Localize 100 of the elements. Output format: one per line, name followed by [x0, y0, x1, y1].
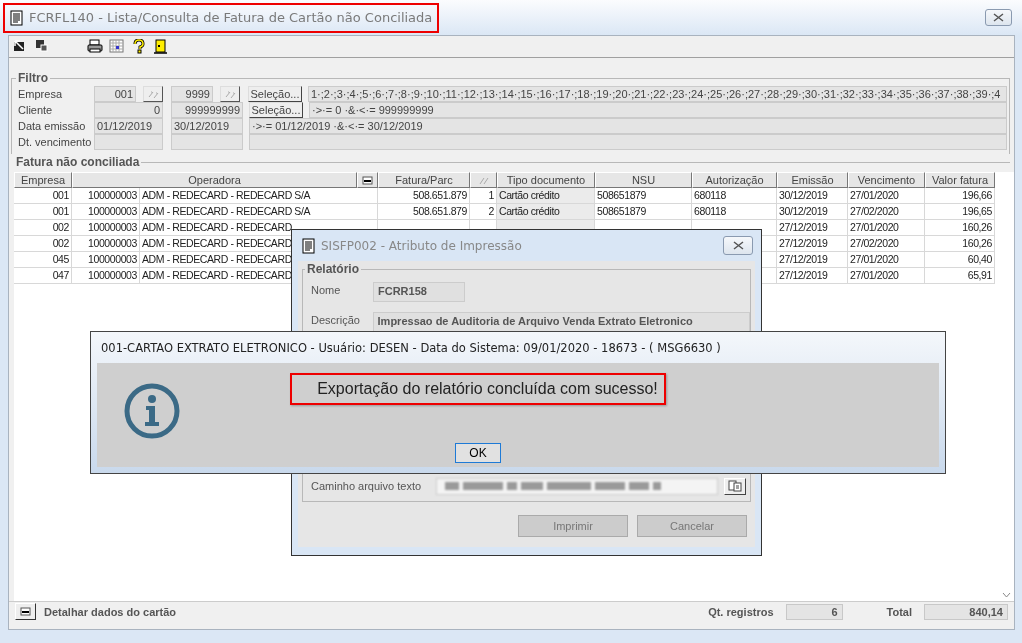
table-cell: 27/12/2019	[777, 236, 848, 252]
input-field[interactable]: 999999999	[171, 102, 243, 118]
slash-icon	[477, 175, 490, 185]
column-header[interactable]	[470, 172, 497, 188]
table-cell: 508.651.879	[378, 188, 470, 204]
input-field[interactable]	[171, 134, 243, 150]
input-field[interactable]: 01/12/2019	[94, 118, 163, 134]
table-cell: 100000003	[72, 236, 140, 252]
group-title: Filtro	[16, 71, 50, 85]
lookup-button[interactable]	[143, 86, 163, 102]
table-cell: 680118	[692, 188, 777, 204]
table-cell: 508651879	[595, 188, 692, 204]
table-cell: 27/01/2020	[848, 252, 925, 268]
field-label: Caminho arquivo texto	[311, 480, 422, 492]
table-cell: 27/01/2020	[848, 220, 925, 236]
close-button[interactable]	[723, 236, 753, 255]
document-icon	[302, 237, 315, 254]
table-cell: 001	[14, 188, 72, 204]
column-header[interactable]: Emissão	[777, 172, 848, 188]
help-icon[interactable]	[131, 39, 147, 54]
column-header[interactable]: Tipo documento	[497, 172, 595, 188]
windows-icon[interactable]	[35, 39, 51, 54]
printer-icon[interactable]	[87, 39, 103, 54]
table-cell: 100000003	[72, 268, 140, 284]
table-cell: 100000003	[72, 204, 140, 220]
expression-field: ·>·= 01/12/2019 ·&·<·= 30/12/2019	[249, 118, 1007, 134]
field-label: Data emissão	[18, 119, 87, 134]
info-icon	[124, 383, 180, 439]
table-cell: 27/12/2019	[777, 252, 848, 268]
field-label: Descrição	[311, 313, 361, 328]
minus-icon	[362, 175, 373, 185]
section-title: Fatura não conciliada	[15, 155, 141, 169]
table-cell: 27/12/2019	[777, 220, 848, 236]
close-icon	[992, 12, 1005, 23]
door-icon[interactable]	[153, 39, 169, 54]
calendar-icon[interactable]	[109, 39, 125, 54]
table-cell: 100000003	[72, 252, 140, 268]
field-label: Cliente	[18, 103, 54, 118]
selection-button[interactable]: Seleção...	[248, 86, 302, 102]
input-field[interactable]: 9999	[171, 86, 213, 102]
input-field[interactable]: 001	[94, 86, 136, 102]
message-text: Exportação do relatório concluída com sucesso!	[290, 373, 666, 405]
close-button[interactable]	[985, 9, 1012, 26]
ok-button[interactable]: OK	[455, 443, 501, 463]
table-cell: 002	[14, 236, 72, 252]
selection-button[interactable]: Seleção...	[249, 102, 303, 118]
table-cell: 196,66	[925, 188, 995, 204]
table-cell: 30/12/2019	[777, 204, 848, 220]
column-header[interactable]: Vencimento	[848, 172, 925, 188]
window-title: FCRFL140 - Lista/Consulta de Fatura de Cartão não Conciliada	[29, 10, 433, 25]
table-cell: ADM - REDECARD - REDECARD S/A	[140, 204, 378, 220]
minus-icon	[20, 607, 31, 616]
table-cell: 001	[14, 204, 72, 220]
chevron-down-icon[interactable]	[1002, 592, 1011, 598]
column-header[interactable]: Empresa	[14, 172, 72, 188]
detail-label: Detalhar dados do cartão	[44, 605, 177, 618]
input-field[interactable]	[94, 134, 163, 150]
column-header[interactable]: Autorização	[692, 172, 777, 188]
table-cell: 27/01/2020	[848, 268, 925, 284]
table-cell: Cartão crédito	[497, 188, 595, 204]
path-field[interactable]	[436, 477, 718, 495]
input-field[interactable]: 0	[94, 102, 163, 118]
expression-field: ·>·= 0 ·&·<·= 999999999	[309, 102, 1007, 118]
files-icon	[728, 480, 742, 492]
field-label: Nome	[311, 283, 342, 298]
table-cell: 100000003	[72, 188, 140, 204]
count-label: Qt. registros	[708, 605, 774, 618]
table-cell: 100000003	[72, 220, 140, 236]
group-title: Relatório	[305, 262, 361, 276]
table-cell: ADM - REDECARD - REDECARD S/A	[140, 188, 378, 204]
column-header[interactable]: NSU	[595, 172, 692, 188]
total-field: 840,14	[924, 603, 1008, 620]
collapse-button[interactable]	[357, 172, 378, 188]
table-cell: 002	[14, 220, 72, 236]
browse-button[interactable]	[724, 477, 746, 495]
expand-button[interactable]	[15, 603, 36, 620]
table-cell: 65,91	[925, 268, 995, 284]
count-field: 6	[785, 603, 843, 620]
table-cell: 27/01/2020	[848, 188, 925, 204]
total-label: Total	[886, 605, 912, 618]
input-field[interactable]: 30/12/2019	[171, 118, 243, 134]
table-cell: 508.651.879	[378, 204, 470, 220]
table-cell: 27/12/2019	[777, 268, 848, 284]
table-cell: 047	[14, 268, 72, 284]
table-cell: 27/02/2020	[848, 236, 925, 252]
column-header[interactable]: Valor fatura	[925, 172, 995, 188]
table-cell: 60,40	[925, 252, 995, 268]
expression-field: 1·;2·;3·;4·;5·;6·;7·;8·;9·;10·;11·;12·;13·;14·;15·;16·;17·;18·;19·;20·;21·;22·;23·;24·;25·;26·;27·;28·;29·;30·;31·;32·;33·;34·;35·;36·;37·;38·;39·;4	[308, 86, 1007, 102]
table-cell: Cartão crédito	[497, 204, 595, 220]
column-header[interactable]: Fatura/Parc	[378, 172, 470, 188]
field-label: Dt. vencimento	[18, 135, 93, 150]
table-cell: 196,65	[925, 204, 995, 220]
message-title: 001-CARTAO EXTRATO ELETRONICO - Usuário: DESEN - Data do Sistema: 09/01/2020 - 18673 - ( MSG6630 )	[101, 340, 721, 355]
table-cell: 160,26	[925, 220, 995, 236]
table-cell: 160,26	[925, 236, 995, 252]
column-header[interactable]: Operadora	[72, 172, 357, 188]
lookup-button[interactable]	[220, 86, 240, 102]
field-label: Empresa	[18, 87, 64, 102]
table-cell: 508651879	[595, 204, 692, 220]
close-icon	[731, 240, 745, 251]
